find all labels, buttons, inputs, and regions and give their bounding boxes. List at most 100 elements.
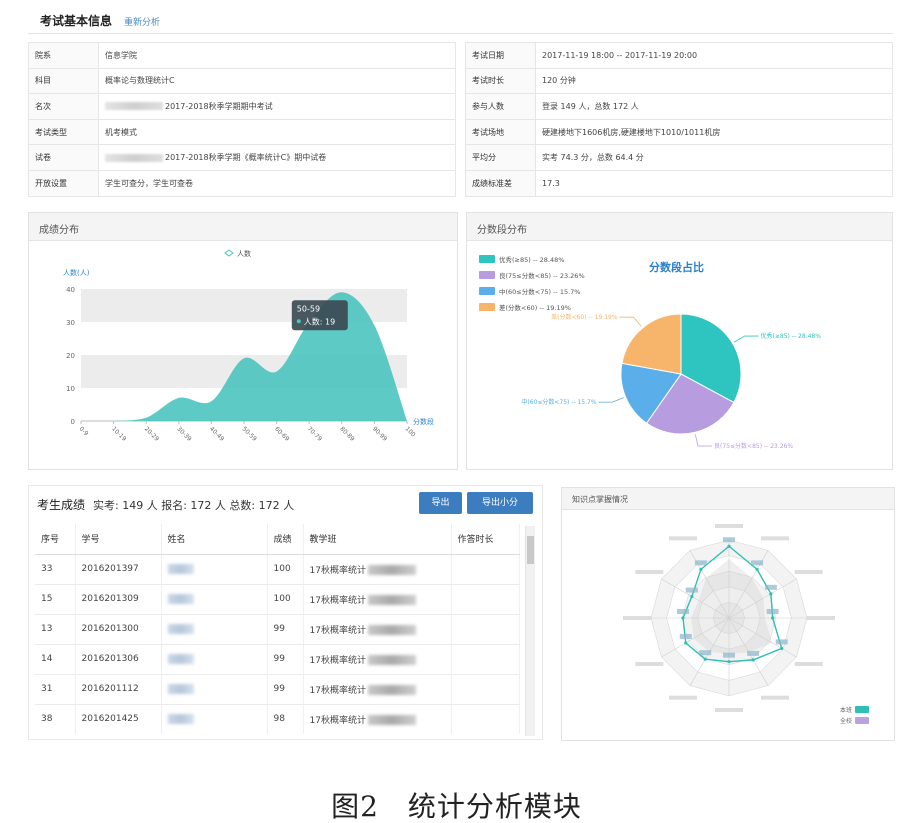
radar-point: [780, 646, 784, 651]
legend-swatch: [479, 271, 495, 279]
cell-duration: [451, 553, 520, 584]
column-header[interactable]: 作答时长: [451, 524, 520, 555]
cell-student-id: 2016201306: [75, 643, 162, 674]
table-row[interactable]: 15 2016201309 100 17秋概率统计: [35, 583, 520, 614]
cell-name: [161, 613, 268, 644]
info-label: 考试日期: [465, 42, 536, 69]
blurred-axis-label: [794, 662, 823, 666]
blurred-point-label: [679, 633, 692, 639]
score-band-pie-chart[interactable]: 分数段占比优秀(≥85) -- 28.48%良(75≤分数<85) -- 23.…: [467, 241, 892, 469]
panel-title: 分数段分布: [467, 213, 892, 241]
cell-student-id: 2016201309: [75, 583, 162, 614]
radar-point: [727, 544, 731, 548]
info-row: 成绩标准差 17.3: [465, 169, 893, 197]
table-row[interactable]: 38 2016201425 98 17秋概率统计: [35, 703, 520, 734]
scores-header: 考生成绩 实考: 149 人 报名: 172 人 总数: 172 人: [37, 496, 294, 513]
cell-score: 99: [267, 643, 304, 674]
legend-label: 人数: [237, 249, 251, 258]
header-title: 考试基本信息: [40, 14, 113, 28]
blurred-point-label: [699, 650, 712, 656]
table-row[interactable]: 33 2016201397 100 17秋概率统计: [35, 553, 520, 584]
info-value-text: 2017-2018秋季学期期中考试: [165, 101, 273, 111]
redacted-class: [367, 565, 416, 575]
exam-info-left: 院系 信息学院 科目 概率论与数理统计C 名次 2017-2018秋季学期期中考试 考…: [28, 42, 456, 197]
table-row[interactable]: 14 2016201306 99 17秋概率统计: [35, 643, 520, 674]
slice-label: 优秀(≥85) -- 28.48%: [761, 332, 822, 340]
score-distribution-chart[interactable]: 0 10 20 30 40 人数(人) 分数段 人数 0-9 10-19 20-29 30-39 40-…: [29, 241, 457, 469]
tooltip-marker: [296, 319, 301, 324]
x-tick-label: 80-89: [338, 425, 355, 442]
cell-score: 100: [267, 553, 304, 584]
radar-point: [769, 592, 773, 596]
table-row[interactable]: 31 2016201112 99 17秋概率统计: [35, 673, 520, 704]
cell-name: [161, 553, 268, 584]
class-text: 17秋概率统计: [309, 715, 366, 726]
export-subscores-button[interactable]: 导出小分: [467, 492, 533, 514]
info-value: 登录 149 人，总数 172 人: [535, 93, 893, 120]
cell-name: [161, 703, 268, 734]
score-band-panel: 分数段分布 分数段占比 优秀(≥85) -- 28.48% 良(75≤分数<85) …: [466, 212, 893, 470]
info-label: 平均分: [465, 144, 536, 171]
redacted-name: [167, 623, 194, 634]
blurred-point-label: [694, 560, 707, 566]
blurred-axis-label: [715, 524, 743, 528]
info-row: 考试日期 2017-11-19 18:00 -- 2017-11-19 20:00: [465, 42, 893, 69]
blurred-point-label: [766, 609, 779, 614]
score-distribution-panel: 成绩分布 0 10 20 30 40 人数(人) 分数段 人数 0-9 10-19 20-29 30-…: [28, 212, 458, 470]
info-row: 平均分 实考 74.3 分，总数 64.4 分: [465, 144, 893, 171]
blurred-point-label: [676, 609, 689, 614]
scores-summary: 实考: 149 人 报名: 172 人 总数: 172 人: [93, 499, 295, 512]
panel-title: 知识点掌握情况: [562, 488, 894, 510]
student-scores-panel: 考生成绩 实考: 149 人 报名: 172 人 总数: 172 人 导出 导出小…: [28, 485, 543, 740]
blurred-axis-label: [761, 695, 789, 700]
cell-score: 99: [267, 613, 304, 644]
info-label: 开放设置: [28, 169, 99, 197]
x-tick-label: 20-29: [143, 425, 160, 442]
slice-label: 良(75≤分数<85) -- 23.26%: [714, 442, 793, 450]
cell-name: [161, 643, 268, 674]
export-button[interactable]: 导出: [419, 492, 462, 514]
column-header[interactable]: 成绩: [267, 524, 304, 555]
cell-student-id: 2016201425: [75, 703, 162, 734]
redacted-name: [167, 714, 194, 724]
tooltip-title: 50-59: [297, 304, 320, 313]
legend-label: 差(分数<60) -- 19.19%: [499, 303, 571, 312]
y-tick-label: 20: [66, 352, 75, 360]
radar-point: [684, 641, 688, 645]
slice-leader-line: [734, 335, 759, 343]
slice-leader-line: [598, 397, 624, 403]
x-tick-label: 40-49: [208, 425, 225, 442]
info-label: 院系: [28, 42, 99, 69]
radar-point: [699, 567, 703, 571]
redacted-class: [367, 595, 416, 605]
knowledge-radar-panel: 知识点掌握情况 本班 全校: [561, 487, 895, 741]
reanalyze-link[interactable]: 重新分析: [124, 15, 160, 28]
figure-caption: 图2 统计分析模块: [331, 790, 582, 823]
cell-score: 98: [267, 703, 304, 734]
column-header[interactable]: 学号: [75, 524, 162, 555]
radar-point: [727, 660, 731, 664]
slice-leader-line: [694, 434, 713, 447]
column-header[interactable]: 序号: [35, 524, 76, 555]
knowledge-radar-chart[interactable]: 本班全校: [562, 510, 894, 740]
x-tick-label: 10-19: [110, 425, 127, 442]
cell-score: 99: [267, 673, 304, 704]
slice-label: 中(60≤分数<75) -- 15.7%: [521, 398, 597, 406]
table-row[interactable]: 13 2016201300 99 17秋概率统计: [35, 613, 520, 644]
cell-index: 31: [35, 673, 76, 704]
legend-swatch: [479, 287, 495, 295]
column-header[interactable]: 姓名: [161, 524, 268, 555]
column-header[interactable]: 教学班: [303, 524, 452, 555]
tooltip-text: 人数: 19: [304, 316, 335, 326]
info-value: 信息学院: [98, 42, 456, 69]
table-scrollbar[interactable]: [525, 526, 535, 736]
scrollbar-thumb[interactable]: [527, 536, 534, 564]
redacted-name: [167, 653, 194, 664]
slice-leader-line: [619, 316, 642, 327]
info-value-text: 2017-2018秋季学期《概率统计C》期中试卷: [165, 153, 327, 163]
info-value: 120 分钟: [535, 67, 893, 95]
info-row: 考试类型 机考模式: [28, 118, 456, 146]
x-tick-label: 90-99: [371, 425, 388, 442]
table-header-row: 序号 学号 姓名 成绩 教学班 作答时长: [35, 524, 520, 555]
blurred-axis-label: [761, 536, 789, 541]
